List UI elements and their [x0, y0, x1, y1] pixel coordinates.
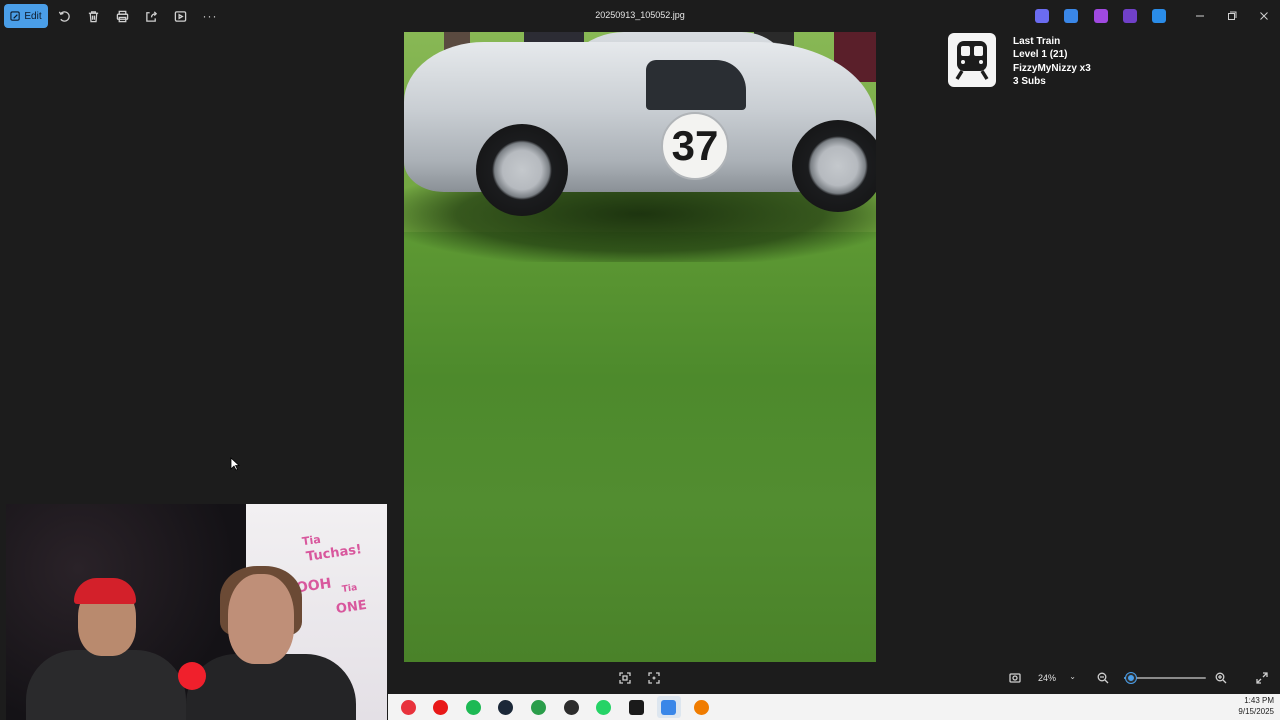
steam-icon[interactable] — [497, 698, 515, 716]
chevron-down-icon: ⌄ — [1069, 672, 1076, 681]
full-screen-icon[interactable] — [1255, 671, 1269, 685]
photos-icon-glyph — [661, 699, 677, 715]
streamer-two — [186, 654, 356, 720]
webcam-feed: Tia Tuchas! OOH Tia ONE — [6, 504, 387, 720]
overlay-level: Level 1 (21) — [1013, 49, 1068, 61]
whiteboard-text: Tia — [341, 582, 358, 596]
photos-icon[interactable] — [656, 696, 681, 718]
terminal-icon-glyph — [628, 699, 644, 715]
rotate-icon[interactable] — [56, 8, 72, 24]
delete-icon[interactable] — [85, 8, 101, 24]
edit-button[interactable]: Edit — [4, 4, 48, 28]
terminal-icon[interactable] — [627, 698, 645, 716]
onedrive-icon[interactable] — [1152, 9, 1166, 23]
screenshot-icon[interactable] — [1008, 671, 1022, 685]
view-controls-bar: 24% ⌄ — [390, 664, 1280, 692]
overlay-user: FizzyMyNizzy x3 — [1013, 62, 1091, 74]
zoom-slider-track[interactable] — [1124, 677, 1206, 679]
xbox-icon-glyph — [530, 699, 546, 715]
vlc-icon[interactable] — [692, 698, 710, 716]
overlay-text: Last Train Level 1 (21) FizzyMyNizzy x3 … — [1013, 35, 1091, 89]
car-number: 37 — [671, 122, 719, 169]
obs-icon-glyph — [563, 699, 579, 715]
steam-icon-glyph — [498, 699, 514, 715]
stream-overlay: Last Train Level 1 (21) FizzyMyNizzy x3 … — [948, 33, 1148, 89]
streamer-two-head — [228, 574, 294, 664]
xbox-icon[interactable] — [529, 698, 547, 716]
restore-icon — [1228, 11, 1237, 20]
maps-icon[interactable] — [399, 698, 417, 716]
photo-canvas[interactable]: 37 — [404, 32, 876, 662]
car-window — [646, 60, 746, 110]
zoom-in-icon[interactable] — [1214, 671, 1228, 685]
youtube-icon[interactable] — [432, 698, 450, 716]
zoom-level-select[interactable]: 24% ⌄ — [1028, 669, 1082, 687]
edit-button-label: Edit — [24, 10, 42, 22]
clock-date: 9/15/2025 — [1238, 706, 1274, 716]
vlc-icon-glyph — [693, 699, 709, 715]
close-icon — [1260, 12, 1268, 20]
designer-icon[interactable] — [1064, 9, 1078, 23]
zoom-slider-thumb[interactable] — [1125, 673, 1136, 683]
slideshow-icon[interactable] — [172, 8, 188, 24]
obs-icon[interactable] — [562, 698, 580, 716]
edit-icon — [10, 10, 21, 21]
microphone-icon — [178, 662, 206, 690]
overlay-subs: 3 Subs — [1013, 76, 1046, 88]
fit-to-window-icon[interactable] — [618, 671, 632, 685]
red-cap — [74, 578, 136, 604]
rear-wheel — [792, 120, 876, 212]
restore-button[interactable] — [1224, 8, 1240, 24]
copilot-icon[interactable] — [1035, 9, 1049, 23]
whatsapp-icon-glyph — [596, 699, 612, 715]
photos-app-window: Edit ··· 20250913_105052.jpg 37 Last Tra… — [0, 0, 1280, 720]
clock-time: 1:43 PM — [1244, 696, 1274, 705]
car-number-roundel: 37 — [661, 112, 729, 180]
share-icon[interactable] — [143, 8, 159, 24]
overlay-title: Last Train — [1013, 36, 1061, 47]
toolbar: Edit ··· 20250913_105052.jpg — [0, 0, 1280, 32]
zoom-out-icon[interactable] — [1096, 671, 1110, 685]
maps-icon-glyph — [400, 699, 416, 715]
print-icon[interactable] — [114, 8, 130, 24]
front-wheel — [476, 124, 568, 216]
youtube-icon-glyph — [433, 699, 449, 715]
minimize-icon — [1196, 15, 1204, 17]
train-icon — [948, 33, 996, 87]
whatsapp-icon[interactable] — [595, 698, 613, 716]
taskbar-clock[interactable]: 1:43 PM 9/15/2025 — [1238, 696, 1274, 717]
clipchamp-icon[interactable] — [1094, 9, 1108, 23]
streamer-one — [26, 650, 186, 720]
file-title: 20250913_105052.jpg — [595, 10, 685, 20]
purple-app-icon[interactable] — [1123, 9, 1137, 23]
spotify-icon-glyph — [465, 699, 481, 715]
whiteboard-text: Tia — [301, 532, 322, 549]
zoom-level-value: 24% — [1038, 673, 1057, 683]
taskbar: 1:43 PM 9/15/2025 — [388, 694, 1280, 720]
spotify-icon[interactable] — [464, 698, 482, 716]
mouse-cursor-icon — [230, 457, 240, 471]
close-button[interactable] — [1256, 8, 1272, 24]
more-icon[interactable]: ··· — [202, 8, 218, 24]
minimize-button[interactable] — [1192, 8, 1208, 24]
actual-size-icon[interactable] — [647, 671, 661, 685]
